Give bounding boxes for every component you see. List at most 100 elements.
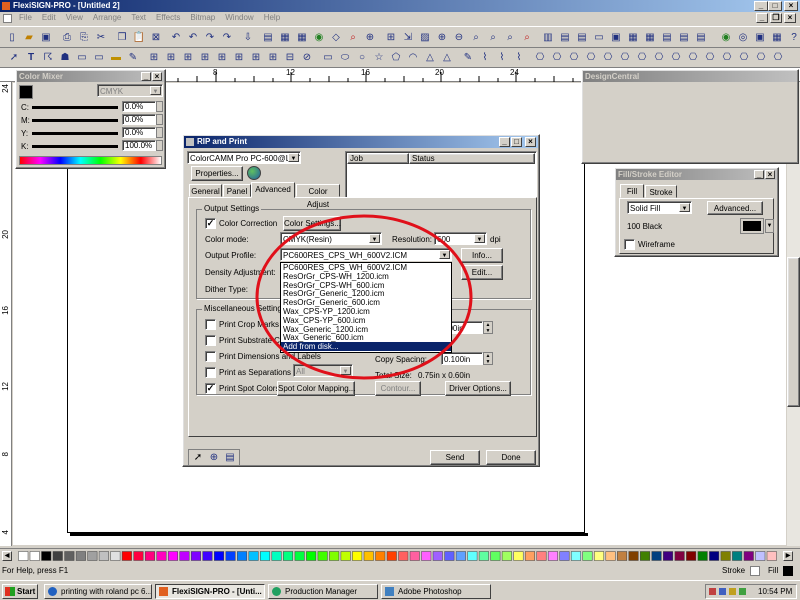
separations-checkbox[interactable] (205, 367, 216, 378)
wireframe-checkbox[interactable] (624, 239, 635, 250)
knife-tool-icon[interactable]: ✎ (125, 50, 141, 66)
arrange-icon[interactable]: ▤ (659, 30, 675, 46)
palette-swatch[interactable] (501, 551, 512, 561)
line-tool-1-icon[interactable]: ⌇ (477, 50, 493, 66)
shape-tool-icon[interactable]: ☗ (57, 50, 73, 66)
palette-swatch[interactable] (674, 551, 685, 561)
redo-icon[interactable]: ↷ (219, 30, 235, 46)
fill-advanced-button[interactable]: Advanced... (707, 201, 763, 215)
palette-swatch[interactable] (513, 551, 524, 561)
palette-swatch[interactable] (294, 551, 305, 561)
layer-icon[interactable]: ▥ (540, 30, 556, 46)
color-view-icon[interactable]: ◉ (718, 30, 734, 46)
no-icon[interactable]: ⊘ (299, 50, 315, 66)
palette-swatch[interactable] (144, 551, 155, 561)
profile-option[interactable]: ResOrGr_CPS-WH_1200.icm (281, 272, 451, 281)
curve-tool-2-icon[interactable]: ⎔ (549, 50, 565, 66)
layout-icon[interactable]: ▦ (277, 30, 293, 46)
done-button[interactable]: Done (486, 450, 536, 465)
tab-general[interactable]: General (189, 184, 222, 197)
palette-swatch[interactable] (121, 551, 132, 561)
spectrum-bar[interactable] (19, 156, 162, 165)
task-photoshop[interactable]: Adobe Photoshop (381, 584, 491, 599)
doc-minimize-button[interactable]: _ (756, 13, 768, 23)
channel-y-spinner[interactable] (156, 127, 163, 138)
palette-swatch[interactable] (743, 551, 754, 561)
printer-select[interactable]: ColorCAMM Pro PC-600@LPT ▼ (187, 151, 301, 164)
menu-arrange[interactable]: Arrange (88, 12, 126, 24)
palette-swatch[interactable] (190, 551, 201, 561)
arrange-tool-3-icon[interactable]: ⊞ (180, 50, 196, 66)
text-box-icon[interactable]: ▭ (591, 30, 607, 46)
palette-swatch[interactable] (628, 551, 639, 561)
curve-tool-8-icon[interactable]: ⎔ (651, 50, 667, 66)
print-icon[interactable]: ⎙ (59, 30, 75, 46)
tray-icon-1[interactable] (709, 588, 716, 595)
profile-option[interactable]: Wax_CPS-YP_600.icm (281, 316, 451, 325)
delete-icon[interactable]: ⊠ (148, 30, 164, 46)
resolution-select[interactable]: 600 ▼ (434, 232, 487, 245)
palette-scroll-left[interactable]: ◀ (2, 551, 12, 561)
palette-swatch[interactable] (547, 551, 558, 561)
arrange-tool-8-icon[interactable]: ⊞ (265, 50, 281, 66)
settings-icon[interactable]: ▦ (769, 30, 785, 46)
palette-swatch[interactable] (697, 551, 708, 561)
palette-swatch[interactable] (375, 551, 386, 561)
cut-preview-icon[interactable]: ⊞ (383, 30, 399, 46)
palette-swatch[interactable] (110, 551, 121, 561)
zoom-all-icon[interactable]: ⊕ (362, 30, 378, 46)
crop-marks-checkbox[interactable] (205, 319, 216, 330)
channel-m-spinner[interactable] (156, 114, 163, 125)
palette-swatch[interactable] (478, 551, 489, 561)
zoom-fit-icon[interactable]: ⌕ (485, 30, 501, 46)
color-mixer-minimize[interactable]: _ (141, 72, 151, 81)
palette-swatch[interactable] (329, 551, 340, 561)
distribute-icon[interactable]: ▤ (574, 30, 590, 46)
palette-swatch[interactable] (755, 551, 766, 561)
color-settings-button[interactable]: Color Settings... (283, 216, 341, 231)
profile-option-add-from-disk[interactable]: Add from disk... (281, 342, 451, 351)
palette-swatch[interactable] (271, 551, 282, 561)
palette-swatch[interactable] (317, 551, 328, 561)
pointer-tool-icon[interactable]: ➚ (6, 50, 22, 66)
job-list[interactable]: Job Status (345, 151, 537, 198)
palette-swatch[interactable] (167, 551, 178, 561)
profile-option[interactable]: Wax_CPS-YP_1200.icm (281, 307, 451, 316)
palette-swatch[interactable] (64, 551, 75, 561)
curve-tool-7-icon[interactable]: ⎔ (634, 50, 650, 66)
image-icon[interactable]: ▨ (417, 30, 433, 46)
polygon-shape-icon[interactable]: ⬠ (388, 50, 404, 66)
arrange-tool-5-icon[interactable]: ⊞ (214, 50, 230, 66)
arrange-tool-2-icon[interactable]: ⊞ (163, 50, 179, 66)
channel-k-spinner[interactable] (156, 140, 163, 151)
palette-swatch[interactable] (536, 551, 547, 561)
grid-icon[interactable]: ▦ (294, 30, 310, 46)
palette-swatch[interactable] (570, 551, 581, 561)
palette-swatch[interactable] (202, 551, 213, 561)
tray-icon-3[interactable] (729, 588, 736, 595)
zoom-in-icon[interactable]: ⊕ (434, 30, 450, 46)
palette-swatch[interactable] (179, 551, 190, 561)
palette-swatch[interactable] (617, 551, 628, 561)
import-icon[interactable]: ⇩ (240, 30, 256, 46)
channel-y-value[interactable]: 0.0% (122, 127, 156, 138)
color-tool-icon[interactable]: ▬ (108, 50, 124, 66)
palette-swatch[interactable] (432, 551, 443, 561)
star-shape-icon[interactable]: ☆ (371, 50, 387, 66)
doc-close-button[interactable]: × (784, 13, 796, 23)
task-printing-roland[interactable]: printing with roland pc 6... (44, 584, 152, 599)
palette-swatch[interactable] (248, 551, 259, 561)
globe-icon[interactable] (247, 166, 261, 180)
menu-help[interactable]: Help (259, 12, 285, 24)
channel-k-slider[interactable] (32, 145, 118, 148)
status-column-header[interactable]: Status (409, 153, 535, 164)
text-tool-icon[interactable]: T (23, 50, 39, 66)
align-icon[interactable]: ▤ (557, 30, 573, 46)
rip-print-icon[interactable]: ⎘ (76, 30, 92, 46)
color-mode-select[interactable]: CMYK(Resin) ▼ (280, 232, 382, 245)
fill-icon[interactable]: ◉ (311, 30, 327, 46)
minimize-button[interactable]: _ (754, 1, 768, 11)
palette-swatch[interactable] (559, 551, 570, 561)
color-model-select[interactable]: CMYK ▼ (97, 84, 163, 97)
palette-swatch[interactable] (52, 551, 63, 561)
